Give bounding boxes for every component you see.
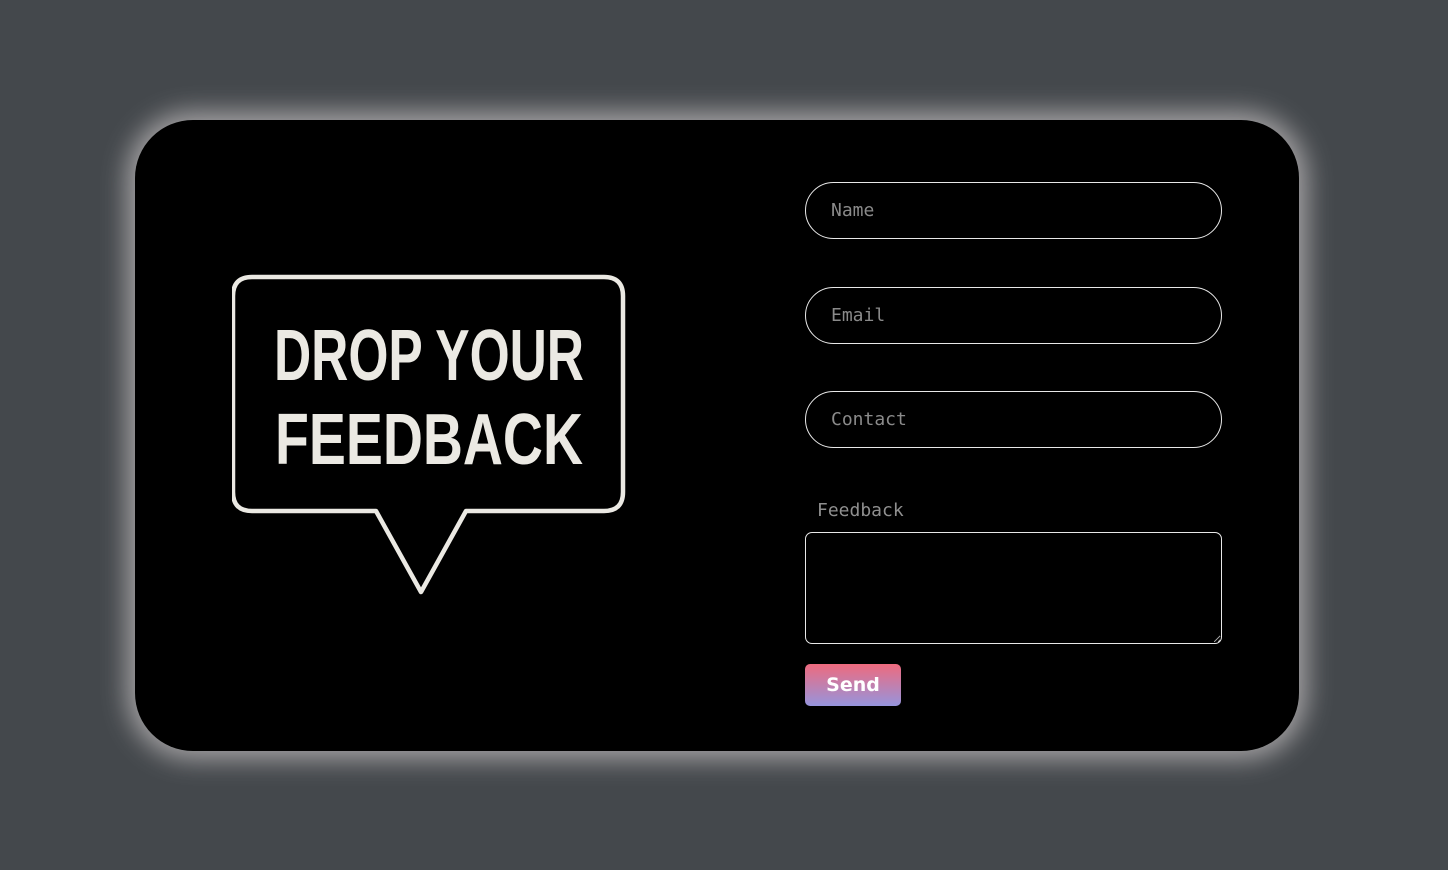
feedback-textarea[interactable]	[805, 532, 1222, 644]
drop-your-feedback-logo: DROP YOUR FEEDBACK	[232, 274, 632, 599]
logo-line-2: FEEDBACK	[275, 400, 583, 480]
feedback-card: DROP YOUR FEEDBACK Feedback Send	[135, 120, 1299, 751]
feedback-label: Feedback	[817, 500, 904, 521]
name-input[interactable]	[805, 182, 1222, 239]
send-button[interactable]: Send	[805, 664, 901, 706]
speech-bubble-icon: DROP YOUR FEEDBACK	[232, 274, 626, 595]
logo-line-1: DROP YOUR	[274, 316, 584, 396]
contact-input[interactable]	[805, 391, 1222, 448]
email-input[interactable]	[805, 287, 1222, 344]
